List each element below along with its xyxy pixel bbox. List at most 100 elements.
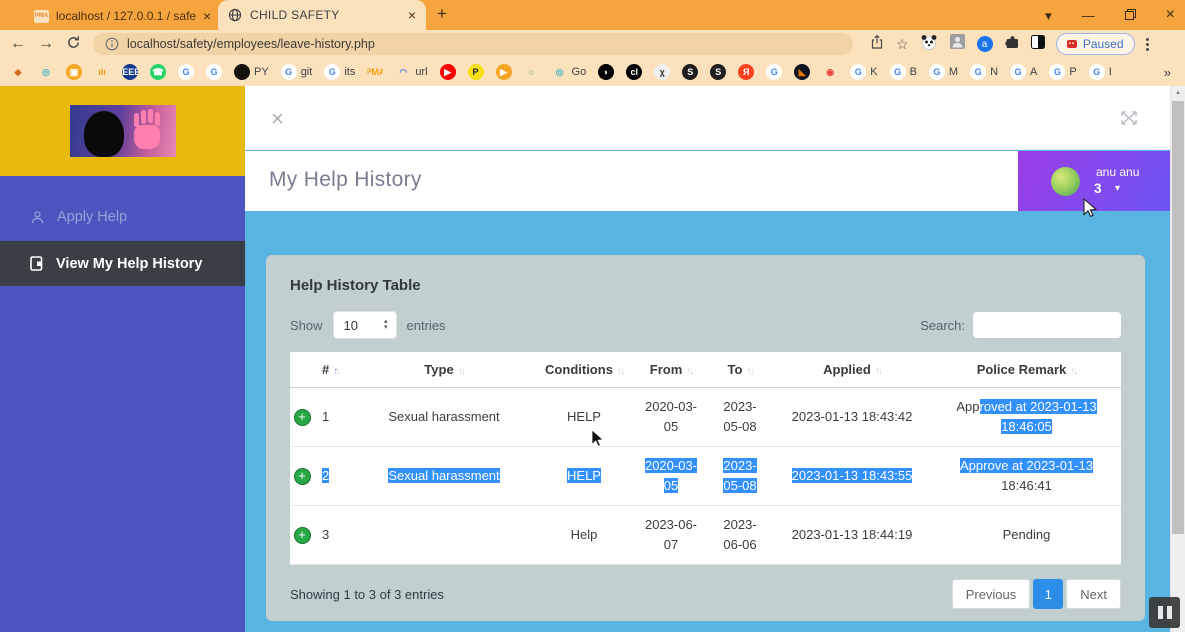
bookmark-item[interactable]: P: [468, 64, 484, 80]
next-page-button[interactable]: Next: [1066, 579, 1121, 609]
bookmark-item[interactable]: ○: [524, 64, 540, 80]
bookmark-item[interactable]: ◣: [794, 64, 810, 80]
extensions-puzzle-icon[interactable]: [1004, 34, 1020, 55]
back-button[interactable]: ←: [10, 36, 26, 52]
tab-search-icon[interactable]: ▾: [1045, 9, 1052, 22]
reading-mode-icon[interactable]: [1031, 35, 1045, 54]
profile-extension-icon[interactable]: [949, 33, 966, 55]
avatar[interactable]: [1051, 167, 1080, 196]
sidebar-item-view-help-history[interactable]: View My Help History: [0, 241, 245, 286]
cell-to: 2023-05-08: [708, 387, 772, 446]
bookmark-item[interactable]: ▶: [440, 64, 456, 80]
reload-button[interactable]: [66, 35, 81, 54]
bookmark-item[interactable]: G I: [1089, 64, 1112, 80]
expand-row-button[interactable]: +: [294, 409, 311, 426]
bookmark-item[interactable]: ◉: [822, 64, 838, 80]
page-scrollbar[interactable]: ▲ ▼: [1170, 86, 1185, 632]
bookmarks-bar: ◆ ◎ ▣ ılı IEEE ☎: [0, 58, 1185, 86]
a-extension-icon[interactable]: a: [977, 36, 993, 52]
bookmarks-overflow-icon[interactable]: »: [1164, 65, 1175, 80]
bookmark-item[interactable]: ◠ url: [395, 64, 427, 80]
tab-child-safety[interactable]: CHILD SAFETY ×: [218, 0, 426, 30]
app-sidebar: Apply Help View My Help History: [0, 86, 245, 632]
cell-conditions: HELP: [534, 446, 634, 505]
page-1-button[interactable]: 1: [1033, 579, 1063, 609]
bookmark-item[interactable]: ◎: [38, 64, 54, 80]
bookmark-item[interactable]: ☎: [150, 64, 166, 80]
address-bar[interactable]: localhost/safety/employees/leave-history…: [93, 33, 853, 55]
bookmark-item[interactable]: G git: [281, 64, 313, 80]
col-conditions[interactable]: Conditions↑↓: [534, 352, 634, 387]
bookmark-item[interactable]: G P: [1049, 64, 1076, 80]
bookmark-item[interactable]: PY: [234, 64, 269, 80]
bookmark-item[interactable]: S: [682, 64, 698, 80]
col-from[interactable]: From↑↓: [634, 352, 708, 387]
bookmark-item[interactable]: ▶: [496, 64, 512, 80]
scrollbar-thumb[interactable]: [1172, 101, 1184, 534]
bookmark-item[interactable]: cl: [626, 64, 642, 80]
cell-remark: Approved at 2023-01-1318:46:05: [932, 387, 1121, 446]
panda-extension-icon[interactable]: [920, 33, 938, 56]
bookmark-star-icon[interactable]: ☆: [896, 36, 909, 53]
sidebar-item-label: Apply Help: [57, 209, 127, 225]
recorder-pause-button[interactable]: [1149, 597, 1180, 628]
bookmark-item[interactable]: G: [766, 64, 782, 80]
bookmark-favicon: G: [1010, 64, 1026, 80]
bookmark-label: K: [870, 66, 877, 78]
bookmark-favicon: G: [850, 64, 866, 80]
close-window-button[interactable]: ×: [1166, 7, 1175, 23]
child-safety-logo: [70, 105, 176, 157]
expand-row-button[interactable]: +: [294, 527, 311, 544]
site-info-icon[interactable]: [105, 37, 119, 51]
bookmark-item[interactable]: ▣: [66, 64, 82, 80]
bookmark-item[interactable]: ◆: [10, 64, 26, 80]
col-to[interactable]: To↑↓: [708, 352, 772, 387]
col-applied[interactable]: Applied↑↓: [772, 352, 932, 387]
search-input[interactable]: [973, 312, 1121, 338]
fullscreen-expand-icon[interactable]: [1116, 106, 1142, 135]
bookmark-item[interactable]: Я: [738, 64, 754, 80]
close-tab-icon[interactable]: ×: [203, 9, 211, 23]
bookmark-item[interactable]: G K: [850, 64, 877, 80]
minimize-button[interactable]: —: [1082, 9, 1095, 22]
close-tab-icon[interactable]: ×: [408, 8, 416, 22]
bookmark-favicon: χ: [654, 64, 670, 80]
bookmark-item[interactable]: G: [206, 64, 222, 80]
bookmark-item[interactable]: χ: [654, 64, 670, 80]
bookmark-item[interactable]: G M: [929, 64, 958, 80]
bookmark-item[interactable]: IEEE: [122, 64, 138, 80]
bookmark-label: P: [1069, 66, 1076, 78]
col-police-remark[interactable]: Police Remark↑↓: [932, 352, 1121, 387]
bookmark-item[interactable]: ılı: [94, 64, 110, 80]
bookmark-item[interactable]: ◎ Go: [552, 64, 587, 80]
bookmark-item[interactable]: S: [710, 64, 726, 80]
bookmark-item[interactable]: G: [178, 64, 194, 80]
cell-from: 2023-06-07: [634, 506, 708, 565]
table-row: + 2 Sexual harassment HELP 2020-03-05 20…: [290, 446, 1121, 505]
user-dropdown[interactable]: anu anu 3 ▾: [1018, 151, 1170, 211]
bookmark-item[interactable]: G its: [324, 64, 355, 80]
close-panel-icon[interactable]: ×: [271, 108, 284, 130]
share-icon[interactable]: [869, 34, 885, 55]
restore-button[interactable]: [1125, 9, 1136, 22]
bookmark-label: I: [1109, 66, 1112, 78]
forward-button[interactable]: →: [38, 36, 54, 52]
bookmark-item[interactable]: G N: [970, 64, 998, 80]
bookmark-item[interactable]: G A: [1010, 64, 1037, 80]
phpmyadmin-favicon: PMA: [34, 10, 49, 23]
scroll-up-icon[interactable]: ▲: [1171, 86, 1185, 96]
browser-menu-icon[interactable]: [1146, 38, 1149, 51]
bookmark-item[interactable]: PMA: [367, 64, 383, 80]
sidebar-item-apply-help[interactable]: Apply Help: [0, 198, 245, 236]
col-type[interactable]: Type↑↓: [354, 352, 534, 387]
page-size-select[interactable]: 10 ▴▾: [333, 311, 397, 339]
bookmark-item[interactable]: ◗: [598, 64, 614, 80]
tab-phpmyadmin[interactable]: PMA localhost / 127.0.0.1 / safety / tbl…: [28, 3, 218, 29]
expand-row-button[interactable]: +: [294, 468, 311, 485]
new-tab-button[interactable]: +: [437, 4, 447, 24]
bookmark-item[interactable]: G B: [890, 64, 917, 80]
cc-badge-icon: ▪▪: [1067, 40, 1077, 48]
previous-page-button[interactable]: Previous: [952, 579, 1031, 609]
extension-paused-pill[interactable]: ▪▪ Paused: [1056, 33, 1135, 55]
col-num[interactable]: #↑↓: [314, 352, 354, 387]
